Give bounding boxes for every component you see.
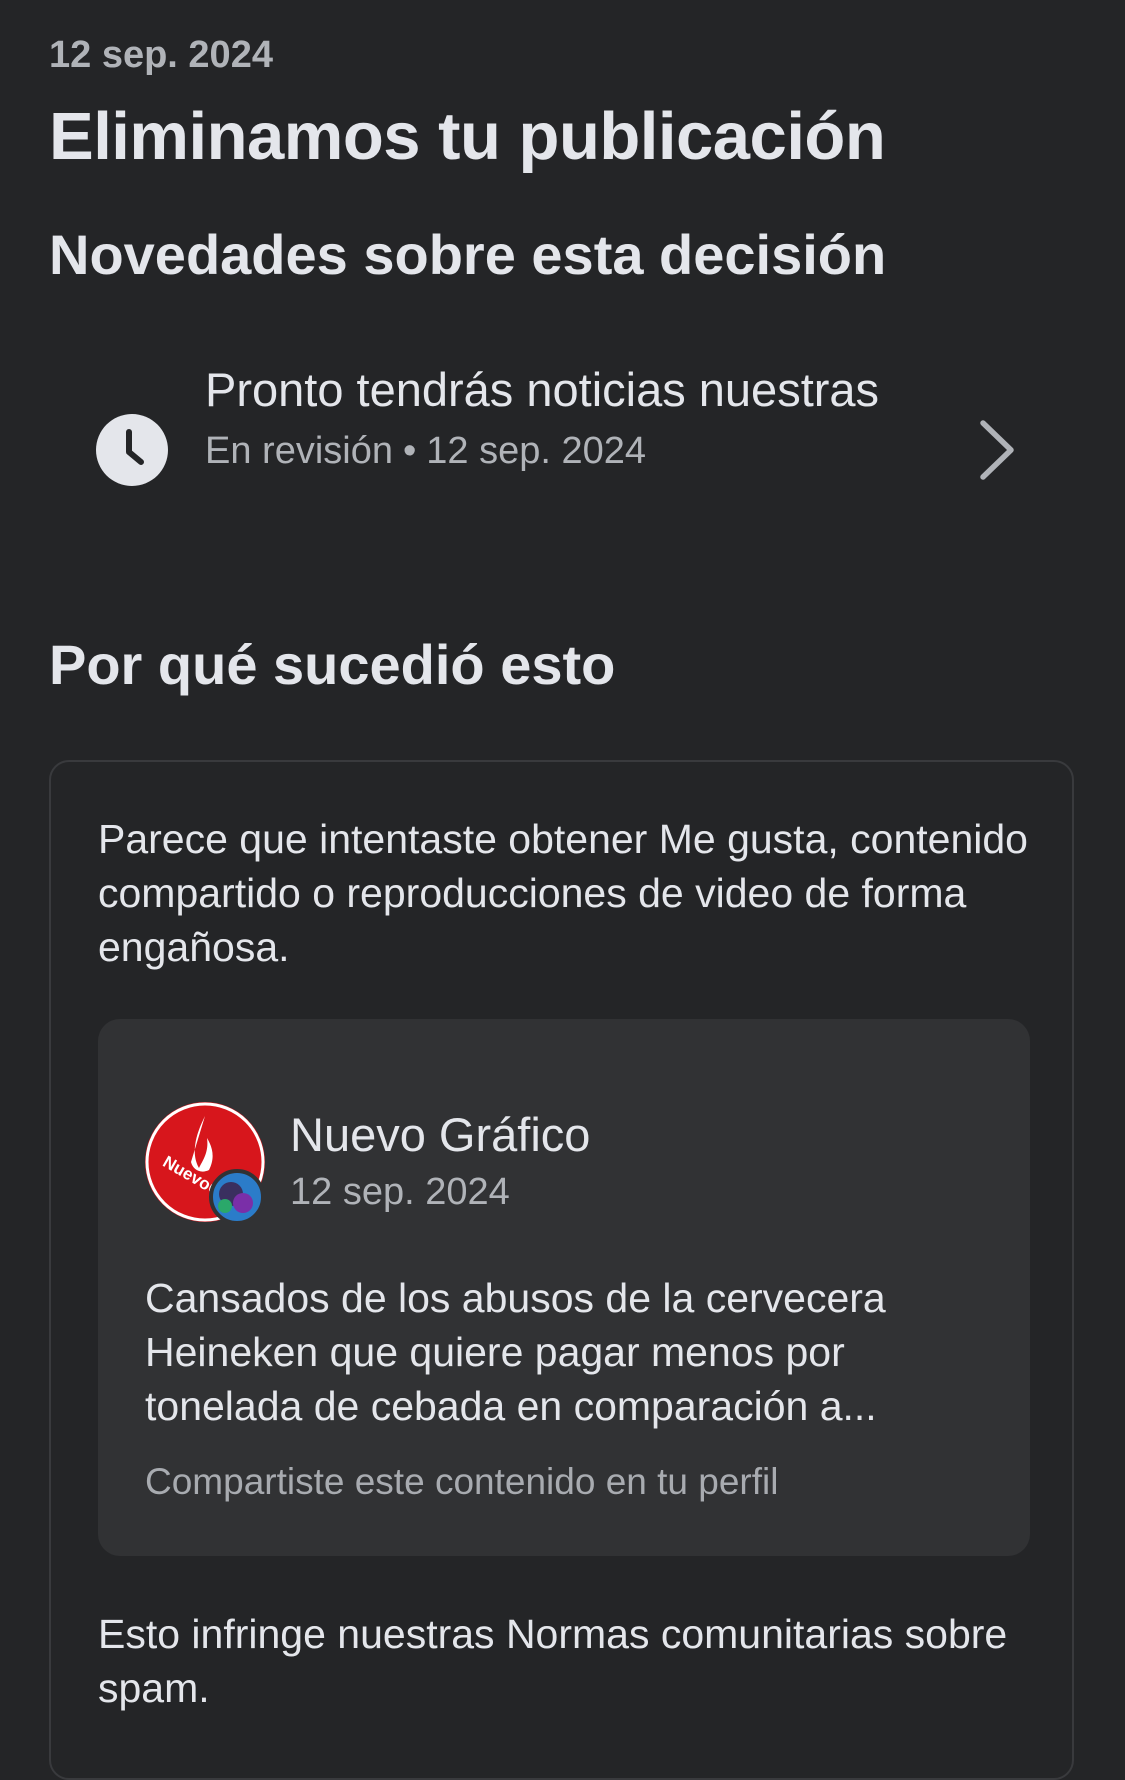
post-share-note: Compartiste este contenido en tu perfil [145, 1461, 779, 1502]
review-status-row[interactable]: Pronto tendrás noticias nuestras En revi… [0, 355, 1125, 545]
review-status-title: Pronto tendrás noticias nuestras [205, 363, 880, 416]
decision-date: 12 sep. 2024 [49, 34, 273, 76]
decision-page: 12 sep. 2024 Eliminamos tu publicación N… [0, 0, 1125, 1780]
reason-heading: Por qué sucedió esto [49, 633, 616, 696]
review-status-text: Pronto tendrás noticias nuestras En revi… [205, 359, 905, 473]
post-text: Cansados de los abusos de la cervecera H… [145, 1275, 886, 1429]
review-status-meta: En revisión • 12 sep. 2024 [205, 430, 905, 473]
meta-separator: • [402, 430, 417, 472]
page-avatar[interactable]: NuevoGr [145, 1102, 265, 1222]
chevron-right-icon[interactable] [975, 417, 1021, 483]
post-author-name[interactable]: Nuevo Gráfico [290, 1107, 590, 1162]
reason-card: Parece que intentaste obtener Me gusta, … [49, 760, 1074, 1780]
updates-heading: Novedades sobre esta decisión [49, 223, 887, 286]
removed-post-preview[interactable]: NuevoGr Nuevo Gráfico 12 sep. 2024 Cansa… [98, 1019, 1030, 1556]
violation-text: Esto infringe nuestras Normas comunitari… [98, 1611, 1008, 1711]
clock-icon [96, 414, 168, 486]
post-date: 12 sep. 2024 [290, 1171, 510, 1213]
review-status-label: En revisión [205, 430, 393, 472]
reason-explanation: Parece que intentaste obtener Me gusta, … [98, 816, 1028, 970]
page-title: Eliminamos tu publicación [49, 99, 886, 174]
review-status-date: 12 sep. 2024 [426, 430, 647, 472]
